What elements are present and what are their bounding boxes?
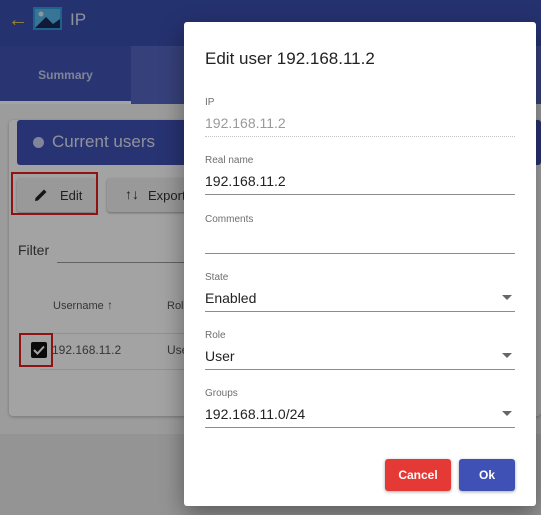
ip-field: 192.168.11.2 [205,115,286,131]
groups-label: Groups [205,388,238,399]
chevron-down-icon[interactable] [502,353,512,358]
chevron-down-icon[interactable] [502,295,512,300]
state-select-underline [205,311,515,312]
groups-select-underline [205,427,515,428]
state-label: State [205,272,229,283]
groups-select[interactable]: 192.168.11.0/24 [205,406,305,422]
role-select[interactable]: User [205,348,235,364]
ip-field-underline [205,136,515,137]
role-label: Role [205,330,226,341]
comments-field[interactable] [205,232,515,252]
role-select-underline [205,369,515,370]
ok-button[interactable]: Ok [459,459,515,491]
edit-user-dialog: Edit user 192.168.11.2 IP 192.168.11.2 R… [184,22,536,506]
chevron-down-icon[interactable] [502,411,512,416]
realname-field-underline [205,194,515,195]
comments-label: Comments [205,214,254,225]
comments-field-underline [205,253,515,254]
realname-label: Real name [205,155,254,166]
cancel-button[interactable]: Cancel [385,459,451,491]
ip-label: IP [205,97,215,108]
realname-field[interactable]: 192.168.11.2 [205,173,286,189]
state-select[interactable]: Enabled [205,290,256,306]
dialog-title: Edit user 192.168.11.2 [205,49,375,68]
